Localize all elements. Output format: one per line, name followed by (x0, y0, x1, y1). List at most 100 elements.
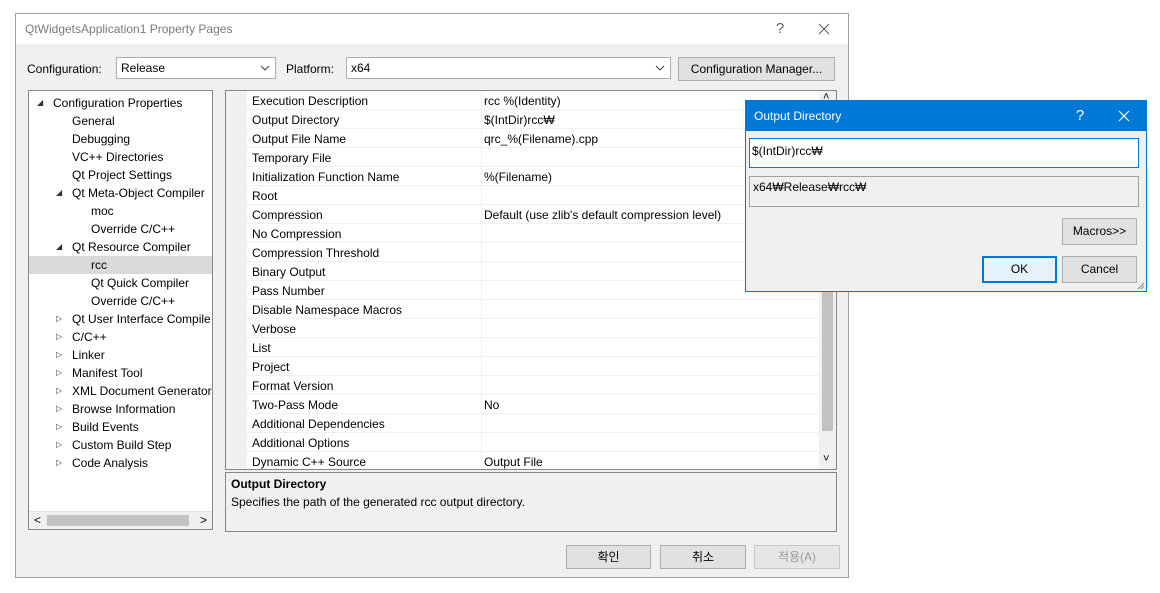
title-bar: QtWidgetsApplication1 Property Pages ? (16, 14, 848, 44)
apply-button[interactable]: 적용(A) (754, 545, 840, 569)
property-row[interactable]: Execution Description rcc %(Identity) (226, 91, 819, 110)
column-divider (481, 243, 482, 262)
expand-arrow-icon[interactable]: ▷ (56, 436, 62, 454)
tree-item[interactable]: ◢ Qt Resource Compiler (29, 238, 212, 256)
tree-item[interactable]: General (29, 112, 212, 130)
tree-item[interactable]: Qt Project Settings (29, 166, 212, 184)
property-row[interactable]: Root (226, 186, 819, 205)
column-divider (481, 224, 482, 243)
tree-item[interactable]: Override C/C++ (29, 292, 212, 310)
expand-arrow-icon[interactable]: ▷ (56, 310, 62, 328)
scroll-left-arrow-icon[interactable]: < (34, 513, 41, 527)
property-row[interactable]: Additional Options (226, 433, 819, 452)
tree-item[interactable]: moc (29, 202, 212, 220)
tree-horizontal-scrollbar[interactable]: < > (29, 511, 212, 529)
property-row[interactable]: Two-Pass Mode No (226, 395, 819, 414)
property-row[interactable]: Project (226, 357, 819, 376)
tree-item[interactable]: ▷ Qt User Interface Compile (29, 310, 212, 328)
property-value[interactable]: Default (use zlib's default compression … (484, 208, 721, 222)
expand-arrow-icon[interactable]: ▷ (56, 382, 62, 400)
property-value[interactable]: %(Filename) (484, 170, 552, 184)
tree-item-label: Override C/C++ (91, 222, 176, 236)
property-row[interactable]: Disable Namespace Macros (226, 300, 819, 319)
property-row[interactable]: Dynamic C++ Source Output File (226, 452, 819, 469)
property-row[interactable]: Initialization Function Name %(Filename) (226, 167, 819, 186)
expand-arrow-icon[interactable]: ▷ (56, 328, 62, 346)
help-button[interactable]: ? (760, 14, 800, 44)
tree-item[interactable]: VC++ Directories (29, 148, 212, 166)
popup-cancel-button[interactable]: Cancel (1062, 256, 1137, 283)
tree-item[interactable]: rcc (29, 256, 212, 274)
tree-item[interactable]: ▷ Linker (29, 346, 212, 364)
tree-item[interactable]: ▷ XML Document Generator (29, 382, 212, 400)
macros-button[interactable]: Macros>> (1062, 218, 1137, 245)
property-value[interactable]: rcc %(Identity) (484, 94, 561, 108)
row-gutter (226, 186, 247, 205)
tree-item[interactable]: ◢ Configuration Properties (29, 94, 212, 112)
expand-arrow-icon[interactable]: ▷ (56, 346, 62, 364)
property-name: Binary Output (252, 265, 326, 279)
property-row[interactable]: Additional Dependencies (226, 414, 819, 433)
property-row[interactable]: Temporary File (226, 148, 819, 167)
property-row[interactable]: List (226, 338, 819, 357)
row-gutter (226, 452, 247, 469)
property-row[interactable]: Compression Threshold (226, 243, 819, 262)
property-value[interactable]: qrc_%(Filename).cpp (484, 132, 598, 146)
platform-select[interactable]: x64 (346, 57, 671, 79)
property-row[interactable]: Pass Number (226, 281, 819, 300)
property-row[interactable]: Compression Default (use zlib's default c… (226, 205, 819, 224)
popup-close-button[interactable] (1102, 101, 1146, 131)
collapse-arrow-icon[interactable]: ◢ (56, 238, 62, 256)
popup-ok-button[interactable]: OK (982, 256, 1057, 283)
output-directory-input-value: $(IntDir)rcc₩ (752, 144, 823, 158)
tree-item[interactable]: Qt Quick Compiler (29, 274, 212, 292)
column-divider (481, 357, 482, 376)
tree-item[interactable]: ▷ Code Analysis (29, 454, 212, 472)
resize-grip-icon[interactable] (1135, 280, 1145, 290)
column-divider (481, 148, 482, 167)
tree-item[interactable]: ▷ C/C++ (29, 328, 212, 346)
tree-item[interactable]: ▷ Build Events (29, 418, 212, 436)
tree-item[interactable]: Debugging (29, 130, 212, 148)
tree-item[interactable]: ◢ Qt Meta-Object Compiler (29, 184, 212, 202)
collapse-arrow-icon[interactable]: ◢ (37, 94, 43, 112)
expand-arrow-icon[interactable]: ▷ (56, 454, 62, 472)
property-row[interactable]: No Compression (226, 224, 819, 243)
configuration-select[interactable]: Release (116, 57, 276, 79)
property-row[interactable]: Output Directory $(IntDir)rcc₩ (226, 110, 819, 129)
property-row[interactable]: Format Version (226, 376, 819, 395)
property-row[interactable]: Verbose (226, 319, 819, 338)
tree-item-label: Build Events (72, 420, 139, 434)
expand-arrow-icon[interactable]: ▷ (56, 418, 62, 436)
collapse-arrow-icon[interactable]: ◢ (56, 184, 62, 202)
close-button[interactable] (804, 14, 844, 44)
row-gutter (226, 300, 247, 319)
column-divider (481, 281, 482, 300)
tree-scroll-thumb[interactable] (47, 515, 189, 526)
expand-arrow-icon[interactable]: ▷ (56, 364, 62, 382)
property-row[interactable]: Binary Output (226, 262, 819, 281)
property-value[interactable]: $(IntDir)rcc₩ (484, 113, 555, 127)
scroll-down-arrow-icon[interactable]: ˅ (823, 453, 829, 465)
window-title: QtWidgetsApplication1 Property Pages (25, 22, 233, 36)
property-value[interactable]: No (484, 398, 499, 412)
expand-arrow-icon[interactable]: ▷ (56, 400, 62, 418)
property-row[interactable]: Output File Name qrc_%(Filename).cpp (226, 129, 819, 148)
tree-item[interactable]: ▷ Custom Build Step (29, 436, 212, 454)
configuration-manager-button[interactable]: Configuration Manager... (678, 57, 835, 81)
cancel-button[interactable]: 취소 (660, 545, 746, 569)
tree-item-label: Override C/C++ (91, 294, 176, 308)
tree-item[interactable]: Override C/C++ (29, 220, 212, 238)
row-gutter (226, 129, 247, 148)
ok-button[interactable]: 확인 (566, 545, 651, 569)
row-gutter (226, 110, 247, 129)
property-name: Compression Threshold (252, 246, 380, 260)
tree-item[interactable]: ▷ Browse Information (29, 400, 212, 418)
scroll-right-arrow-icon[interactable]: > (200, 513, 207, 527)
popup-help-button[interactable]: ? (1058, 101, 1102, 131)
tree-item[interactable]: ▷ Manifest Tool (29, 364, 212, 382)
description-panel: Output Directory Specifies the path of t… (225, 472, 837, 532)
output-directory-input[interactable]: $(IntDir)rcc₩ (749, 138, 1139, 168)
property-value[interactable]: Output File (484, 455, 543, 469)
row-gutter (226, 357, 247, 376)
